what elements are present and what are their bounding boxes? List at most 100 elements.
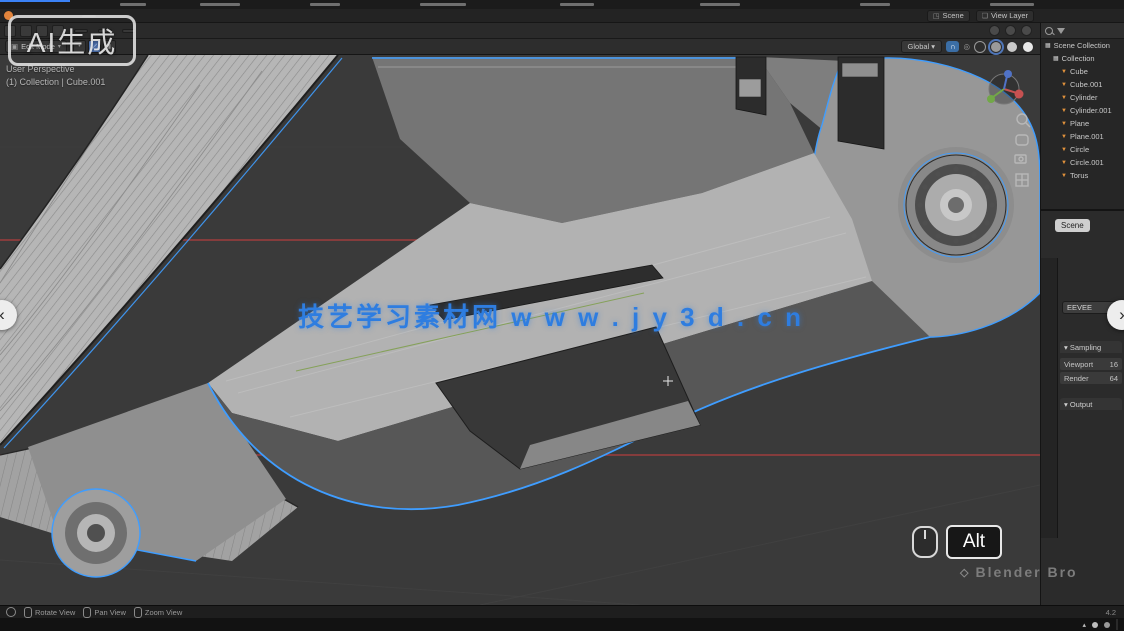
outliner-item-label: Scene Collection bbox=[1054, 41, 1110, 50]
workspace-tab[interactable] bbox=[180, 15, 194, 17]
proportional-edit-icon[interactable]: ◎ bbox=[963, 42, 970, 51]
outliner-header bbox=[1041, 23, 1124, 39]
snap-magnet-icon[interactable]: ∩ bbox=[946, 41, 959, 52]
outliner-item[interactable]: ▼ Plane bbox=[1041, 117, 1124, 130]
taskbar-app-icon[interactable] bbox=[135, 619, 146, 630]
view-layer-selector[interactable]: ❏View Layer bbox=[976, 10, 1034, 22]
taskbar-app-icon[interactable] bbox=[565, 619, 576, 630]
taskbar-app-icon[interactable] bbox=[307, 619, 318, 630]
taskbar-app-icon[interactable] bbox=[694, 619, 705, 630]
taskbar-app-icon[interactable] bbox=[221, 619, 232, 630]
outliner-item[interactable]: ▼ Torus bbox=[1041, 169, 1124, 182]
outliner-item[interactable]: ▼ Cube.001 bbox=[1041, 78, 1124, 91]
outliner-item[interactable]: ▼ Cylinder.001 bbox=[1041, 104, 1124, 117]
scene-label: Scene bbox=[942, 11, 963, 20]
output-section-header[interactable]: ▾ Output bbox=[1060, 398, 1122, 410]
properties-tab-icon[interactable] bbox=[1044, 426, 1054, 436]
render-engine-value: EEVEE bbox=[1067, 303, 1092, 312]
workspace-tab[interactable] bbox=[138, 15, 152, 17]
properties-tab-icon[interactable] bbox=[1044, 408, 1054, 418]
properties-tab-icon[interactable] bbox=[1044, 336, 1054, 346]
outliner-item[interactable]: ▦ Scene Collection bbox=[1041, 39, 1124, 52]
tray-volume-icon[interactable] bbox=[1104, 622, 1110, 628]
tool-right-icons bbox=[989, 25, 1040, 36]
rendered-shading-icon[interactable] bbox=[1022, 41, 1034, 53]
object-type-icon: ▼ bbox=[1061, 160, 1067, 166]
taskbar-app-icon[interactable] bbox=[92, 619, 103, 630]
object-type-icon: ▦ bbox=[1045, 42, 1051, 49]
view-layer-label: View Layer bbox=[991, 11, 1028, 20]
filter-icon[interactable] bbox=[1057, 28, 1065, 34]
mouse-icon bbox=[912, 526, 938, 558]
properties-tab-icon[interactable] bbox=[1044, 462, 1054, 472]
search-icon[interactable] bbox=[1045, 27, 1053, 35]
taskbar-app-icon[interactable] bbox=[479, 619, 490, 630]
properties-tab-icon[interactable] bbox=[1044, 354, 1054, 364]
workspace-tab[interactable] bbox=[152, 15, 166, 17]
outliner-item-label: Circle bbox=[1070, 145, 1089, 154]
viewport-overlay-text: User Perspective (1) Collection | Cube.0… bbox=[6, 63, 105, 89]
windows-taskbar: ▴ bbox=[0, 618, 1124, 631]
taskbar-app-icon[interactable] bbox=[522, 619, 533, 630]
taskbar-app-icon[interactable] bbox=[780, 619, 791, 630]
scene-selector[interactable]: ◳Scene bbox=[927, 10, 970, 22]
outliner-item-label: Plane.001 bbox=[1070, 132, 1104, 141]
taskbar-app-icon[interactable] bbox=[737, 619, 748, 630]
taskbar-app-icon[interactable] bbox=[6, 619, 17, 630]
taskbar-app-icon[interactable] bbox=[393, 619, 404, 630]
properties-tab-icon[interactable] bbox=[1044, 318, 1054, 328]
tray-expand-icon[interactable]: ▴ bbox=[1082, 621, 1086, 629]
object-type-icon: ▼ bbox=[1061, 82, 1067, 88]
show-desktop-button[interactable] bbox=[1116, 619, 1118, 630]
properties-tab-icon[interactable] bbox=[1044, 264, 1054, 274]
alt-key-badge: Alt bbox=[946, 525, 1002, 559]
property-row[interactable]: Render 64 bbox=[1060, 372, 1122, 384]
breadcrumb-label: Scene bbox=[1061, 221, 1084, 230]
outliner-item[interactable]: ▼ Plane.001 bbox=[1041, 130, 1124, 143]
outliner-item[interactable]: ▼ Cylinder bbox=[1041, 91, 1124, 104]
properties-breadcrumb[interactable]: Scene bbox=[1055, 219, 1090, 232]
outliner-item[interactable]: ▼ Circle.001 bbox=[1041, 156, 1124, 169]
wireframe-shading-icon[interactable] bbox=[974, 41, 986, 53]
object-type-icon: ▼ bbox=[1061, 147, 1067, 153]
tray-network-icon[interactable] bbox=[1092, 622, 1098, 628]
scene-chips: ◳Scene ❏View Layer bbox=[927, 10, 1124, 22]
taskbar-app-icon[interactable] bbox=[264, 619, 275, 630]
outliner-item[interactable]: ▼ Circle bbox=[1041, 143, 1124, 156]
mouse-button-icon bbox=[24, 607, 32, 618]
properties-tab-icon[interactable] bbox=[1044, 444, 1054, 454]
workspace-tab[interactable] bbox=[166, 15, 180, 17]
properties-tab-icon[interactable] bbox=[1044, 300, 1054, 310]
object-type-icon: ▼ bbox=[1061, 121, 1067, 127]
xray-toggle-icon[interactable] bbox=[1021, 25, 1032, 36]
properties-panel: Scene EEVEE ▾ ▾ Sampling Viewport 16 Ren… bbox=[1041, 213, 1124, 605]
gizmo-toggle-icon[interactable] bbox=[1005, 25, 1016, 36]
taskbar-app-icon[interactable] bbox=[608, 619, 619, 630]
taskbar-app-icon[interactable] bbox=[436, 619, 447, 630]
properties-tab-icon[interactable] bbox=[1044, 282, 1054, 292]
taskbar-app-icon[interactable] bbox=[49, 619, 60, 630]
property-label: Viewport bbox=[1064, 360, 1093, 369]
material-shading-icon[interactable] bbox=[1006, 41, 1018, 53]
outliner-item-label: Cylinder.001 bbox=[1070, 106, 1112, 115]
properties-tab-icon[interactable] bbox=[1044, 372, 1054, 382]
taskbar-app-icon[interactable] bbox=[651, 619, 662, 630]
blender-topbar: ◳Scene ❏View Layer bbox=[0, 9, 1124, 23]
overlay-toggle-icon[interactable] bbox=[989, 25, 1000, 36]
viewport-header-right: Global ▾ ∩ ◎ bbox=[901, 40, 1040, 53]
outliner-item[interactable]: ▦ Collection bbox=[1041, 52, 1124, 65]
properties-tab-icon[interactable] bbox=[1044, 480, 1054, 490]
property-row[interactable]: Viewport 16 bbox=[1060, 358, 1122, 370]
taskbar-app-icon[interactable] bbox=[178, 619, 189, 630]
outliner-item-label: Collection bbox=[1062, 54, 1095, 63]
workspace-tab[interactable] bbox=[208, 15, 222, 17]
workspace-tab[interactable] bbox=[194, 15, 208, 17]
orientation-dropdown[interactable]: Global ▾ bbox=[901, 40, 943, 53]
taskbar-app-icon[interactable] bbox=[350, 619, 361, 630]
properties-tab-icon[interactable] bbox=[1044, 390, 1054, 400]
outliner-item[interactable]: ▼ Cube bbox=[1041, 65, 1124, 78]
sampling-section-header[interactable]: ▾ Sampling bbox=[1060, 341, 1122, 353]
outliner-item-label: Torus bbox=[1070, 171, 1088, 180]
solid-shading-icon[interactable] bbox=[990, 41, 1002, 53]
mouse-hints: Rotate ViewPan ViewZoom View bbox=[16, 607, 182, 618]
